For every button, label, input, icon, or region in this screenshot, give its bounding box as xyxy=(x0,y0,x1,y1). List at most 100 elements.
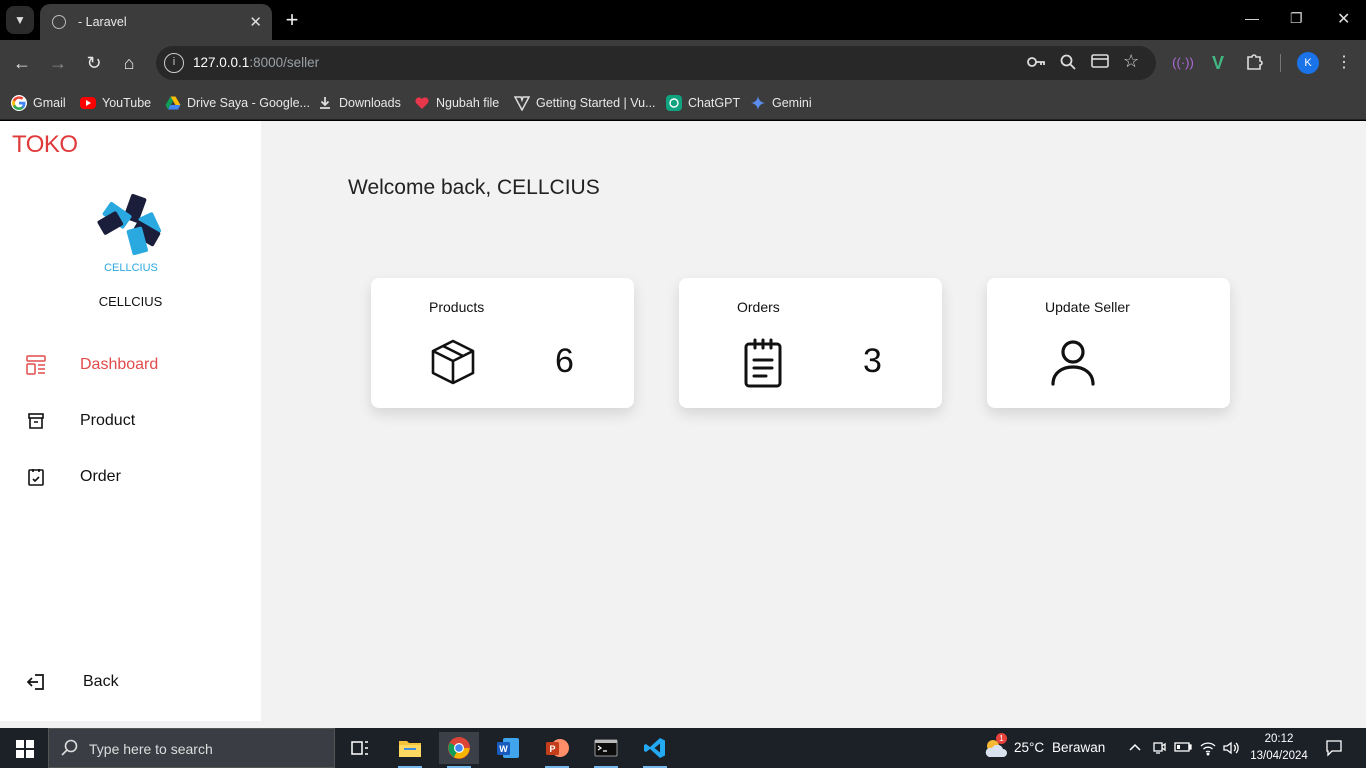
taskbar-chrome[interactable] xyxy=(439,732,479,768)
taskbar-file-explorer[interactable] xyxy=(390,732,430,768)
brand-logo-text[interactable]: TOKO xyxy=(12,131,78,159)
back-button[interactable]: Back xyxy=(24,668,119,696)
heart-icon xyxy=(414,95,430,111)
bookmark-gemini[interactable]: Gemini xyxy=(750,92,812,114)
restore-icon[interactable]: ❐ xyxy=(1290,10,1303,27)
archive-icon xyxy=(24,409,48,433)
word-icon: W xyxy=(497,738,519,758)
sidebar-item-product[interactable]: Product xyxy=(24,407,135,435)
orders-card[interactable]: Orders 3 xyxy=(679,278,942,408)
volume-icon[interactable] xyxy=(1222,740,1240,759)
sidebar-item-dashboard[interactable]: Dashboard xyxy=(24,351,158,379)
bookmark-label: Ngubah file xyxy=(436,96,500,110)
update-seller-card[interactable]: Update Seller xyxy=(987,278,1230,408)
drive-icon xyxy=(165,95,181,111)
terminal-icon xyxy=(594,739,618,757)
card-title: Update Seller xyxy=(1045,299,1130,315)
forward-arrow-icon[interactable]: → xyxy=(47,52,69,74)
sidebar: TOKO CELLCIUS CELLCIUS Dashboard Product… xyxy=(0,121,261,721)
taskbar-powerpoint[interactable]: P xyxy=(537,732,577,768)
sidebar-item-label: Product xyxy=(80,412,136,429)
taskbar-vscode[interactable] xyxy=(635,732,675,768)
card-icon[interactable] xyxy=(1091,54,1109,72)
battery-icon[interactable] xyxy=(1174,740,1192,757)
wifi-icon[interactable] xyxy=(1199,740,1217,759)
key-icon[interactable] xyxy=(1026,54,1046,74)
browser-toolbar: ← → ↻ ⌂ i 127.0.0.1:8000/seller ☆ ((·)) … xyxy=(0,40,1366,86)
bookmark-downloads[interactable]: Downloads xyxy=(317,92,401,114)
weather-temp[interactable]: 25°C xyxy=(1014,740,1044,755)
bookmark-gmail[interactable]: Gmail xyxy=(11,92,66,114)
back-label: Back xyxy=(83,673,119,690)
bookmark-label: Getting Started | Vu... xyxy=(536,96,656,110)
user-icon xyxy=(1049,338,1097,386)
globe-icon xyxy=(52,15,66,29)
vue-devtools-icon[interactable]: V xyxy=(1207,52,1229,74)
download-icon xyxy=(317,95,333,111)
profile-avatar[interactable]: K xyxy=(1297,52,1319,74)
chevron-up-icon[interactable] xyxy=(1128,740,1142,757)
task-view-icon xyxy=(351,741,368,755)
home-icon[interactable]: ⌂ xyxy=(118,52,140,74)
sidebar-item-label: Dashboard xyxy=(80,356,159,373)
vuetify-icon xyxy=(513,95,531,112)
weather-widget[interactable]: 1 xyxy=(982,733,1008,761)
taskbar-clock[interactable]: 20:12 13/04/2024 xyxy=(1249,731,1309,765)
bookmark-label: Gmail xyxy=(33,96,66,110)
weather-badge: 1 xyxy=(996,733,1007,744)
task-view-button[interactable] xyxy=(340,732,380,764)
notifications-icon[interactable] xyxy=(1325,739,1343,760)
gemini-icon xyxy=(750,95,766,111)
chatgpt-icon xyxy=(666,95,682,111)
back-arrow-icon[interactable]: ← xyxy=(11,52,33,74)
browser-tab[interactable]: - Laravel ✕ xyxy=(40,4,272,40)
extensions-puzzle-icon[interactable] xyxy=(1243,52,1265,74)
taskbar-word[interactable]: W xyxy=(488,732,528,764)
bookmark-label: YouTube xyxy=(102,96,152,110)
weather-desc[interactable]: Berawan xyxy=(1052,740,1105,755)
minimize-icon[interactable]: — xyxy=(1245,10,1259,26)
sidebar-item-label: Order xyxy=(80,468,121,485)
more-menu-icon[interactable]: ⋮ xyxy=(1333,52,1355,74)
vscode-icon xyxy=(644,738,665,758)
url-host: 127.0.0.1 xyxy=(193,55,250,70)
store-logo-text: CELLCIUS xyxy=(104,262,158,273)
clipboard-icon xyxy=(741,338,789,388)
taskbar-terminal[interactable] xyxy=(586,732,626,768)
taskbar-search[interactable]: Type here to search xyxy=(48,728,335,768)
windows-start-icon[interactable] xyxy=(16,740,34,758)
bookmark-ngubah-file[interactable]: Ngubah file xyxy=(414,92,499,114)
products-card[interactable]: Products 6 xyxy=(371,278,634,408)
bookmark-vuetify[interactable]: Getting Started | Vu... xyxy=(513,92,656,114)
clock-time: 20:12 xyxy=(1264,733,1294,745)
welcome-heading: Welcome back, CELLCIUS xyxy=(348,176,600,199)
tab-search-button[interactable]: ▼ xyxy=(6,6,34,34)
address-bar[interactable]: i 127.0.0.1:8000/seller ☆ xyxy=(156,46,1156,80)
extension-podcast-icon[interactable]: ((·)) xyxy=(1172,52,1194,74)
orders-count: 3 xyxy=(863,342,882,380)
bookmark-drive[interactable]: Drive Saya - Google... xyxy=(165,92,310,114)
bookmark-label: Drive Saya - Google... xyxy=(187,96,310,110)
close-window-icon[interactable]: ✕ xyxy=(1337,9,1350,29)
site-info-icon[interactable]: i xyxy=(164,53,184,73)
url-path: :8000/seller xyxy=(249,55,320,70)
svg-text:P: P xyxy=(549,744,555,754)
bookmarks-bar: Gmail YouTube Drive Saya - Google... Dow… xyxy=(0,86,1366,120)
dashboard-icon xyxy=(24,353,48,377)
close-tab-icon[interactable]: ✕ xyxy=(249,13,262,31)
reload-icon[interactable]: ↻ xyxy=(83,52,105,74)
tab-title: - Laravel xyxy=(78,15,127,29)
new-tab-button[interactable]: + xyxy=(282,6,302,34)
logout-arrow-icon xyxy=(24,670,48,694)
gmail-icon xyxy=(11,95,27,111)
sidebar-item-order[interactable]: Order xyxy=(24,463,121,491)
zoom-icon[interactable] xyxy=(1060,54,1076,74)
box-icon xyxy=(429,338,477,386)
bookmark-star-icon[interactable]: ☆ xyxy=(1123,51,1139,72)
meet-now-icon[interactable] xyxy=(1151,740,1167,759)
bookmark-youtube[interactable]: YouTube xyxy=(80,92,151,114)
card-title: Products xyxy=(429,299,485,315)
card-title: Orders xyxy=(737,299,780,315)
bookmark-chatgpt[interactable]: ChatGPT xyxy=(666,92,740,114)
order-check-icon xyxy=(24,465,48,489)
